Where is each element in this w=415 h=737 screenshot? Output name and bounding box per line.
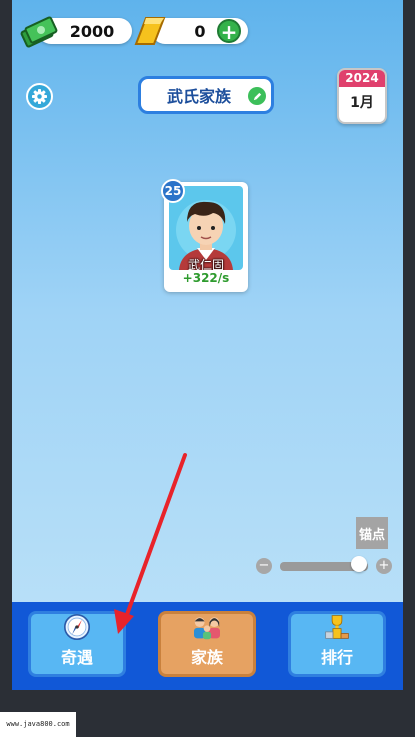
- gold-bar-icon: [134, 17, 166, 45]
- character-card[interactable]: 武仁固 25 +322/s: [161, 179, 248, 292]
- cash-stack-icon: [20, 16, 58, 48]
- character-name: 武仁固: [187, 258, 224, 270]
- gear-icon: [32, 89, 47, 104]
- bottom-nav: 奇遇 家族 排行: [12, 602, 403, 690]
- pencil-icon: [253, 92, 261, 100]
- zoom-out-button[interactable]: −: [256, 558, 272, 574]
- game-screen: 2000 0 + 武氏家族 2024 1月 武仁固 25 +322/s 锚点 −…: [12, 0, 403, 690]
- anchor-button[interactable]: 锚点: [356, 517, 388, 549]
- calendar-widget[interactable]: 2024 1月: [337, 68, 387, 124]
- nav-family-button[interactable]: 家族: [158, 611, 256, 677]
- money-amount: 2000: [69, 21, 115, 41]
- nav-ranking-button[interactable]: 排行: [288, 611, 386, 677]
- zoom-in-button[interactable]: +: [376, 558, 392, 574]
- income-rate: +322/s: [182, 271, 230, 285]
- gold-amount: 0: [194, 21, 206, 41]
- trophy-podium-icon: [325, 615, 349, 639]
- family-icon: [194, 617, 220, 640]
- nav-adventure-label: 奇遇: [60, 648, 93, 667]
- nav-adventure-button[interactable]: 奇遇: [28, 611, 126, 677]
- edit-family-name-button[interactable]: [248, 87, 266, 105]
- watermark: www.java800.com: [0, 712, 76, 737]
- add-gold-button[interactable]: +: [217, 19, 241, 43]
- settings-button[interactable]: [26, 83, 53, 110]
- level-badge: 25: [161, 179, 185, 203]
- compass-icon: [64, 614, 90, 640]
- family-name: 武氏家族: [167, 87, 232, 106]
- calendar-month: 1月: [350, 95, 374, 111]
- calendar-year: 2024: [339, 70, 385, 87]
- nav-ranking-label: 排行: [320, 648, 353, 667]
- nav-family-label: 家族: [190, 648, 223, 667]
